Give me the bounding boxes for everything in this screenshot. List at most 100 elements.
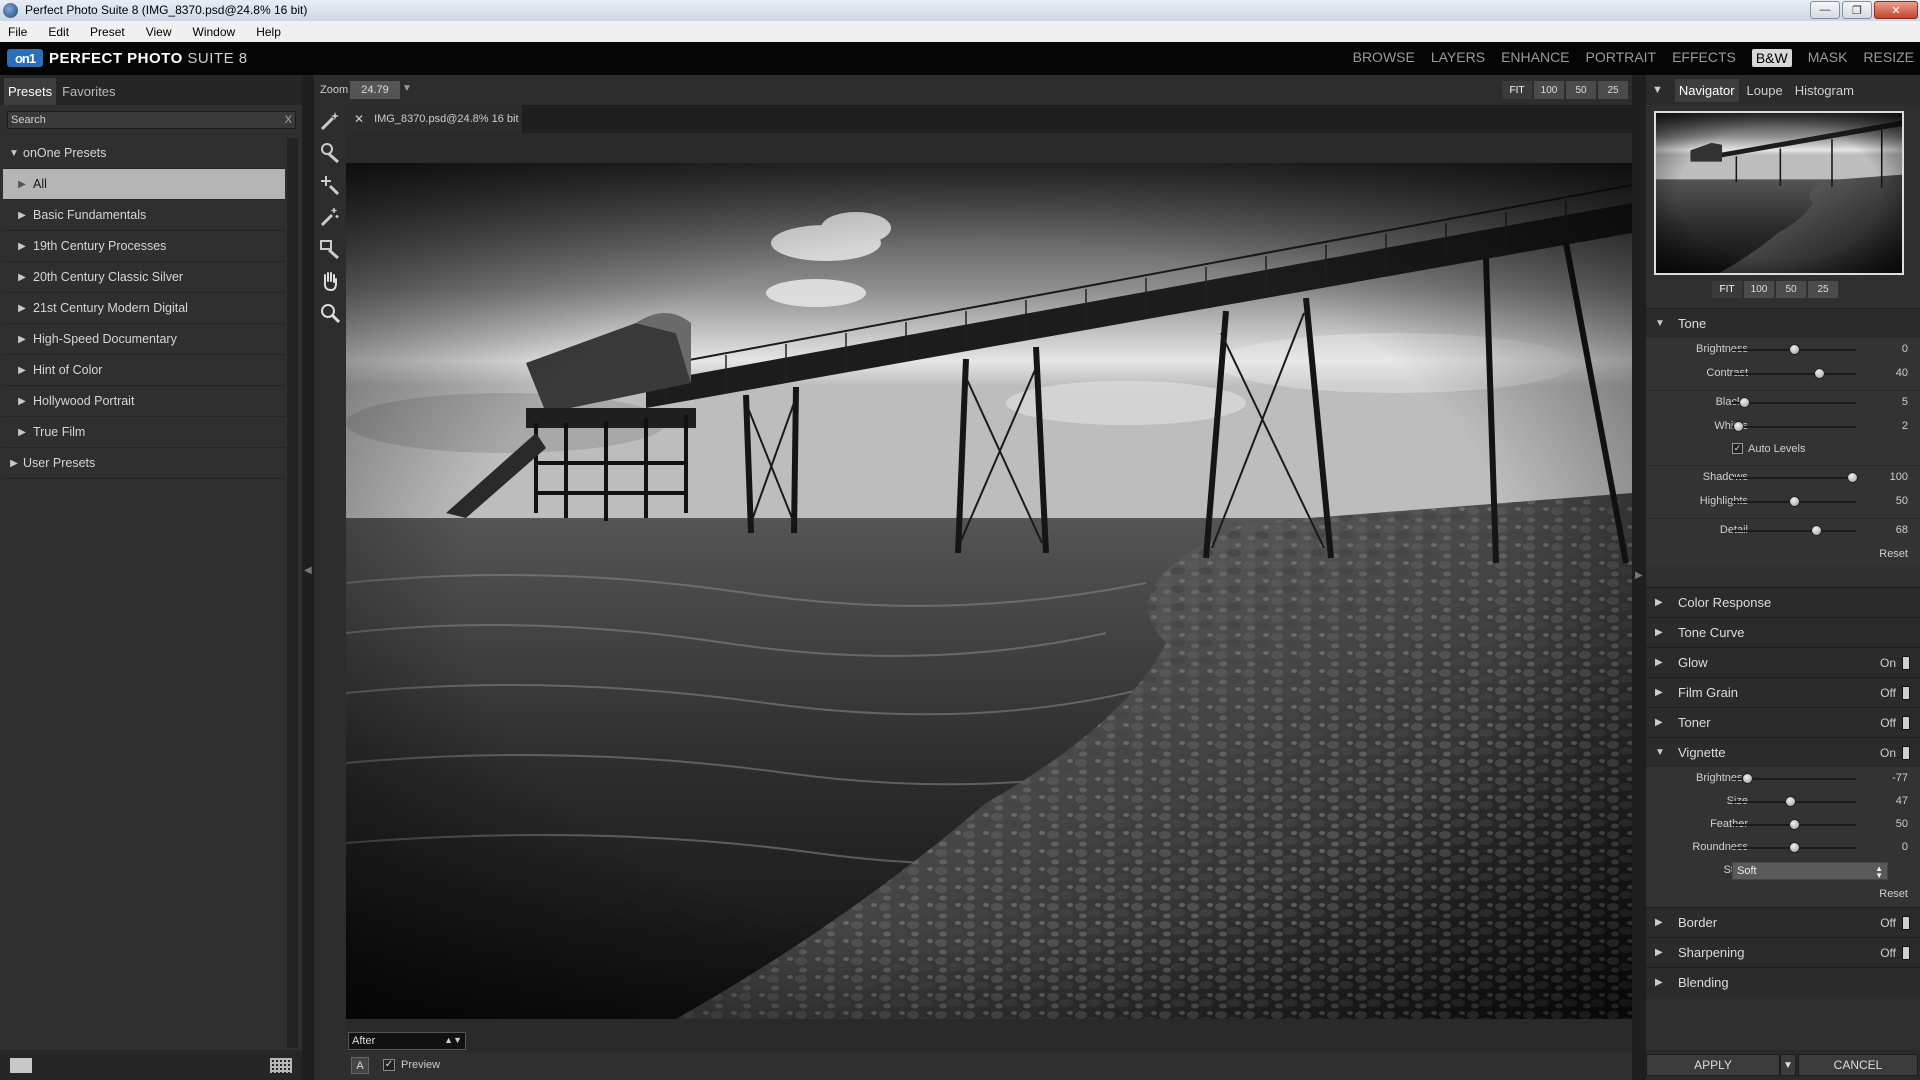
vignette-toggle[interactable]: [1902, 746, 1910, 760]
tone-detail-slider[interactable]: Detail 68: [1646, 519, 1920, 543]
tone-highlights-slider[interactable]: Highlights 50: [1646, 490, 1920, 514]
vignette-header[interactable]: ▼ Vignette On: [1646, 737, 1920, 767]
tone-contrast-slider[interactable]: Contrast 40: [1646, 362, 1920, 386]
brush-tool-icon[interactable]: [316, 139, 344, 167]
menu-help[interactable]: Help: [256, 25, 281, 39]
film-grain-toggle[interactable]: [1902, 686, 1910, 700]
wand-tool-icon[interactable]: [316, 203, 344, 231]
border-header[interactable]: ▶ Border Off: [1646, 907, 1920, 937]
retouch-tool-icon[interactable]: [316, 171, 344, 199]
module-layers[interactable]: LAYERS: [1431, 49, 1485, 67]
module-bw[interactable]: B&W: [1751, 49, 1792, 67]
film-grain-header[interactable]: ▶ Film Grain Off: [1646, 677, 1920, 707]
sharpening-header[interactable]: ▶ Sharpening Off: [1646, 937, 1920, 967]
slider-thumb[interactable]: [1811, 525, 1823, 536]
zoom-tool-icon[interactable]: [316, 299, 344, 327]
border-toggle[interactable]: [1902, 916, 1910, 930]
nav-zoom-25-button[interactable]: 25: [1808, 281, 1838, 298]
auto-levels-checkbox[interactable]: ✓: [1732, 443, 1743, 454]
before-after-select[interactable]: After ▲▼: [348, 1032, 466, 1050]
vignette-roundness-slider[interactable]: Roundness 0: [1646, 836, 1920, 859]
tone-shadows-slider[interactable]: Shadows 100: [1646, 466, 1920, 490]
nav-zoom-fit-button[interactable]: FIT: [1712, 281, 1742, 298]
zoom-dropdown-icon[interactable]: ▼: [402, 83, 412, 94]
triangle-down-icon[interactable]: ▼: [1652, 84, 1663, 96]
module-enhance[interactable]: ENHANCE: [1501, 49, 1569, 67]
vignette-reset-button[interactable]: Reset: [1879, 888, 1908, 900]
tab-loupe[interactable]: Loupe: [1743, 79, 1787, 102]
hand-tool-icon[interactable]: [316, 267, 344, 295]
nav-zoom-100-button[interactable]: 100: [1744, 281, 1774, 298]
list-view-icon[interactable]: [10, 1058, 32, 1073]
preset-category[interactable]: ▶ True Film: [3, 417, 285, 448]
close-tab-icon[interactable]: ✕: [354, 112, 364, 126]
grid-view-icon[interactable]: [270, 1058, 292, 1073]
zoom-100-button[interactable]: 100: [1534, 81, 1564, 99]
preset-scrollbar[interactable]: [287, 138, 298, 1048]
menu-view[interactable]: View: [146, 25, 172, 39]
vignette-brightness-slider[interactable]: Brightness -77: [1646, 767, 1920, 790]
menu-window[interactable]: Window: [193, 25, 236, 39]
slider-thumb[interactable]: [1789, 344, 1800, 355]
minimize-button[interactable]: —: [1810, 1, 1840, 19]
slider-thumb[interactable]: [1813, 368, 1825, 379]
blending-header[interactable]: ▶ Blending: [1646, 967, 1920, 997]
preset-category[interactable]: ▶ All: [3, 169, 285, 200]
photo-canvas[interactable]: [346, 163, 1632, 1019]
preset-category[interactable]: ▶ 21st Century Modern Digital: [3, 293, 285, 324]
vignette-size-slider[interactable]: Size 47: [1646, 790, 1920, 813]
module-mask[interactable]: MASK: [1808, 49, 1848, 67]
cancel-button[interactable]: CANCEL: [1798, 1054, 1918, 1076]
toner-header[interactable]: ▶ Toner Off: [1646, 707, 1920, 737]
apply-options-icon[interactable]: ▼: [1780, 1054, 1796, 1076]
module-resize[interactable]: RESIZE: [1863, 49, 1914, 67]
tab-presets[interactable]: Presets: [4, 78, 57, 105]
tab-favorites[interactable]: Favorites: [58, 78, 119, 105]
module-browse[interactable]: BROWSE: [1353, 49, 1415, 67]
zoom-25-button[interactable]: 25: [1598, 81, 1628, 99]
preview-checkbox[interactable]: ✓: [383, 1059, 395, 1071]
glow-toggle[interactable]: [1902, 656, 1910, 670]
menu-edit[interactable]: Edit: [48, 25, 69, 39]
slider-thumb[interactable]: [1789, 819, 1800, 830]
slider-thumb[interactable]: [1739, 397, 1751, 408]
tone-blacks-slider[interactable]: Blacks 5: [1646, 391, 1920, 415]
menu-preset[interactable]: Preset: [90, 25, 125, 39]
sharpening-toggle[interactable]: [1902, 946, 1910, 960]
slider-thumb[interactable]: [1847, 472, 1859, 483]
vignette-feather-slider[interactable]: Feather 50: [1646, 813, 1920, 836]
tone-header[interactable]: ▼ Tone: [1646, 308, 1920, 338]
tone-curve-header[interactable]: ▶ Tone Curve: [1646, 617, 1920, 647]
zoom-fit-button[interactable]: FIT: [1502, 81, 1532, 99]
tree-root-user[interactable]: ▶ User Presets: [3, 448, 285, 479]
tree-root-onone[interactable]: ▼ onOne Presets: [3, 138, 285, 169]
magic-brush-tool-icon[interactable]: [316, 107, 344, 135]
zoom-value-field[interactable]: 24.79: [350, 81, 400, 99]
preset-category[interactable]: ▶ Hint of Color: [3, 355, 285, 386]
preset-category[interactable]: ▶ High-Speed Documentary: [3, 324, 285, 355]
navigator-thumbnail[interactable]: [1654, 111, 1904, 275]
slider-thumb[interactable]: [1785, 796, 1797, 807]
slider-thumb[interactable]: [1789, 496, 1800, 507]
nav-zoom-50-button[interactable]: 50: [1776, 281, 1806, 298]
preset-category[interactable]: ▶ Basic Fundamentals: [3, 200, 285, 231]
tone-brightness-slider[interactable]: Brightness 0: [1646, 338, 1920, 362]
color-response-header[interactable]: ▶ Color Response: [1646, 587, 1920, 617]
slider-thumb[interactable]: [1741, 773, 1753, 784]
tab-histogram[interactable]: Histogram: [1791, 79, 1858, 102]
module-portrait[interactable]: PORTRAIT: [1586, 49, 1657, 67]
tone-whites-slider[interactable]: Whites 2: [1646, 415, 1920, 439]
tab-navigator[interactable]: Navigator: [1674, 78, 1739, 102]
document-tab[interactable]: ✕ IMG_8370.psd@24.8% 16 bit: [346, 105, 522, 133]
search-input[interactable]: [8, 114, 268, 126]
clear-search-icon[interactable]: X: [285, 114, 292, 126]
left-panel-collapse-handle[interactable]: ◀: [302, 75, 314, 1080]
slider-thumb[interactable]: [1789, 842, 1800, 853]
tone-reset-button[interactable]: Reset: [1879, 548, 1908, 560]
module-effects[interactable]: EFFECTS: [1672, 49, 1736, 67]
masking-brush-icon[interactable]: [316, 235, 344, 263]
toner-toggle[interactable]: [1902, 716, 1910, 730]
zoom-50-button[interactable]: 50: [1566, 81, 1596, 99]
preset-category[interactable]: ▶ Hollywood Portrait: [3, 386, 285, 417]
preset-category[interactable]: ▶ 19th Century Processes: [3, 231, 285, 262]
